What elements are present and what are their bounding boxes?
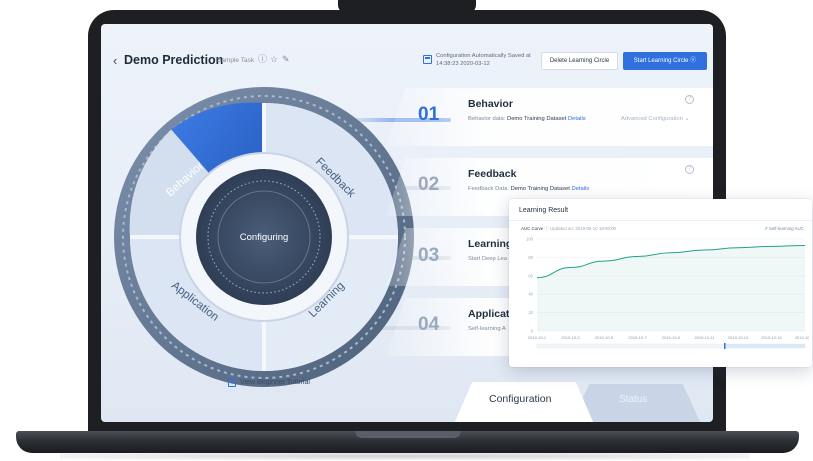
step-number-1: 01 — [418, 104, 440, 125]
help-icon[interactable]: ? — [685, 95, 694, 104]
x-tick-label: 2019-10-3 — [561, 335, 580, 340]
step-number-3: 03 — [418, 245, 440, 266]
autosave-line-2: 14:38:23 2020-03-12 — [436, 61, 490, 67]
star-icon[interactable]: ☆ — [270, 55, 278, 64]
x-tick-label: 2019-10-15 — [761, 335, 782, 340]
step-title-4: Applicat — [468, 308, 510, 320]
x-tick-label: 2019-10-11 — [694, 335, 715, 340]
step-title-1: Behavior — [468, 98, 513, 110]
device-shadow — [60, 452, 750, 460]
step-desc-value-1: Demo Training Dataset — [507, 116, 567, 122]
y-tick-label: 60 — [528, 273, 533, 278]
page-title: Demo Prediction — [124, 53, 224, 67]
chevron-down-icon: ⌄ — [684, 116, 690, 122]
zoom-slider-handle — [724, 343, 726, 349]
advanced-configuration-label: Advanced Configuration — [621, 116, 683, 122]
x-tick-label: 2019-10-1 — [528, 335, 547, 340]
laptop-hinge-groove — [355, 431, 461, 438]
legend-line-icon: ↗ — [764, 226, 768, 231]
tutorial-icon: ! — [228, 379, 236, 387]
x-tick-label: 2019-10-5 — [595, 335, 614, 340]
card-subheader: AUC Curve ⓘ Updated on: 2019-02-10 18:00… — [521, 226, 616, 232]
autosave-line-1: Configuration Automatically Saved at — [436, 53, 531, 59]
edit-icon[interactable]: ✎ — [282, 55, 290, 64]
auc-curve-label: AUC Curve — [521, 226, 544, 231]
y-tick-label: 40 — [528, 292, 533, 297]
advanced-configuration-dropdown[interactable]: Advanced Configuration ⌄ — [621, 116, 689, 122]
updated-timestamp: Updated on: 2019-02-10 18:00:00 — [550, 226, 616, 231]
step-desc-value-2: Demo Training Dataset — [510, 186, 570, 192]
y-tick-label: 100 — [526, 237, 534, 242]
details-link-2[interactable]: Details — [571, 186, 589, 192]
tab-status-label: Status — [619, 394, 648, 405]
chart-legend: ↗ Self-learning AUC — [764, 226, 804, 232]
zoom-slider-range — [725, 344, 805, 348]
info-icon[interactable]: ⓘ — [258, 55, 267, 64]
view-beginner-tutorial-link[interactable]: View Beginner Tutorial — [240, 379, 310, 386]
camera-notch — [338, 0, 476, 13]
step-desc-label-1: Behavior data: — [468, 116, 506, 122]
app-header: ‹ Demo Prediction Sample Task ⓘ ☆ ✎ Conf… — [101, 24, 713, 76]
card-divider — [509, 220, 812, 221]
info-icon: ⓘ — [544, 226, 549, 231]
task-name: Sample Task — [217, 57, 255, 64]
legend-label: Self-learning AUC — [768, 226, 804, 231]
step-desc-2: Feedback Data: Demo Training Dataset Det… — [468, 186, 589, 192]
learning-circle-wheel: Configuring Behavior Feedback Learning A… — [114, 87, 414, 387]
step-desc-label-2: Feedback Data: — [468, 186, 509, 192]
step-desc-3: Start Deep Lea — [468, 256, 507, 262]
wheel-center-label: Configuring — [240, 232, 289, 243]
step-desc-1: Behavior data: Demo Training Dataset Det… — [468, 116, 586, 122]
step-number-4: 04 — [418, 314, 440, 335]
step-title-3: Learning — [468, 238, 513, 250]
y-tick-label: 80 — [528, 255, 533, 260]
help-icon[interactable]: ? — [685, 165, 694, 174]
delete-learning-circle-button[interactable]: Delete Learning Circle — [541, 52, 618, 70]
back-chevron-icon[interactable]: ‹ — [113, 54, 117, 67]
help-circle-icon: ⓧ — [690, 58, 697, 64]
auc-chart: 0 20 40 60 80 100 2019-10-1 2019-10-3 2019-10-5 2… — [526, 237, 809, 349]
x-tick-label: 2019-10-17 — [795, 335, 809, 340]
save-icon — [423, 55, 432, 64]
step-title-2: Feedback — [468, 168, 517, 180]
autosave-status: Configuration Automatically Saved at 14:… — [436, 52, 544, 68]
step-number-2: 02 — [418, 174, 440, 195]
step-desc-4: Self-learning A — [468, 326, 506, 332]
start-learning-circle-label: Start Learning Circle — [633, 58, 689, 64]
learning-result-title: Learning Result — [519, 207, 569, 214]
y-tick-label: 0 — [531, 329, 534, 334]
x-tick-label: 2019-10-7 — [628, 335, 647, 340]
y-tick-label: 20 — [528, 310, 533, 315]
details-link-1[interactable]: Details — [568, 116, 586, 122]
tab-configuration-label: Configuration — [489, 393, 552, 405]
start-learning-circle-button[interactable]: Start Learning Circle ⓧ — [623, 52, 707, 70]
x-tick-label: 2019-10-9 — [662, 335, 681, 340]
series-area — [537, 245, 805, 331]
x-tick-label: 2019-10-13 — [728, 335, 749, 340]
